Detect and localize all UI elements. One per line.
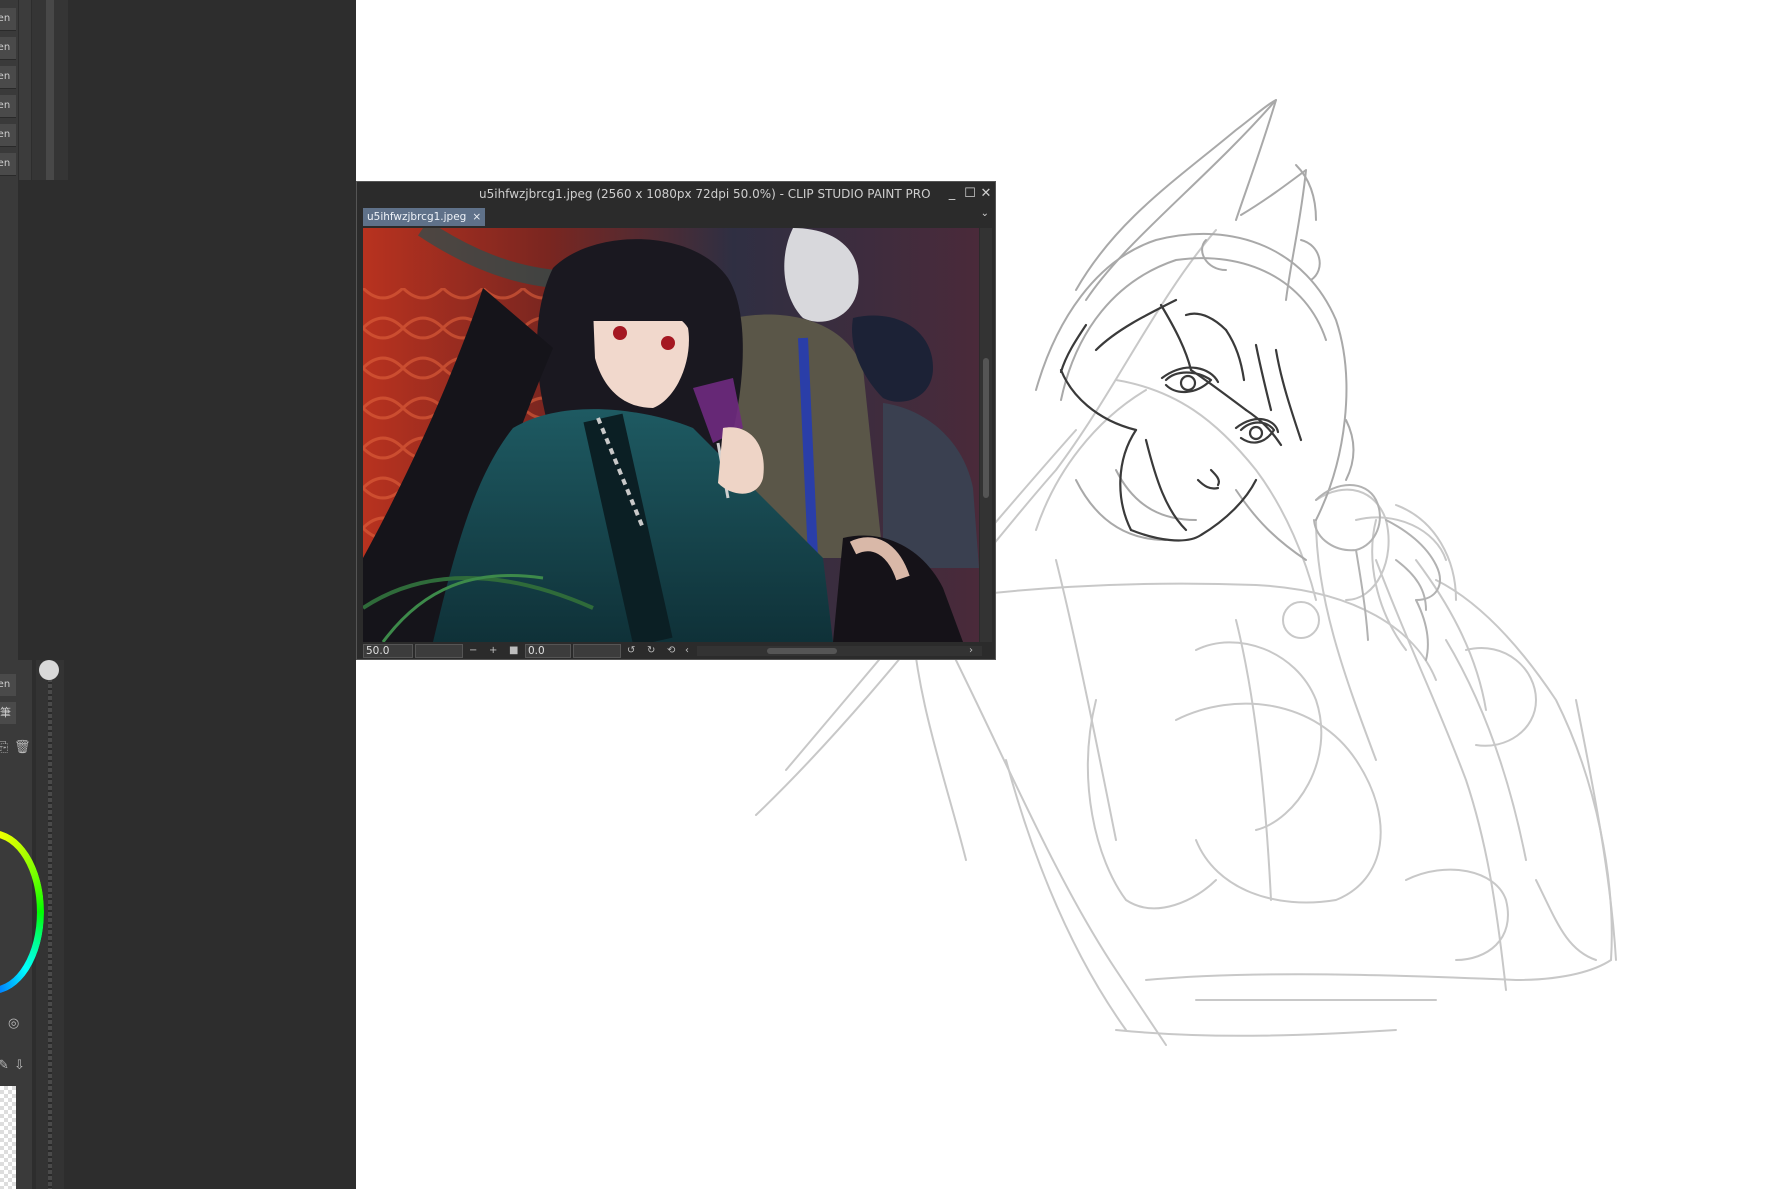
slider-rail[interactable] (48, 666, 52, 1189)
tool-item[interactable]: Pen (0, 153, 16, 176)
rotation-field[interactable]: 0.0 (525, 644, 571, 658)
file-tab[interactable]: u5ihfwzjbrcg1.jpeg × (363, 208, 486, 226)
chevron-left-icon[interactable]: ‹ (685, 643, 689, 659)
panel-scrollbar-track[interactable] (32, 0, 68, 180)
window-title: u5ihfwzjbrcg1.jpeg (2560 x 1080px 72dpi … (479, 187, 931, 201)
left-panel: Pen Pen Pen Pen Pen Pen Pen 筆 ⎘ 🗑 ◎ ✎ ⇩ (0, 0, 356, 1189)
tool-item[interactable]: Pen (0, 66, 16, 89)
tab-row: u5ihfwzjbrcg1.jpeg × ⌄ (357, 206, 995, 226)
slider-knob[interactable] (39, 660, 59, 680)
close-icon[interactable]: ✕ (977, 182, 995, 206)
scroll-track[interactable] (46, 0, 54, 180)
window-titlebar[interactable]: u5ihfwzjbrcg1.jpeg (2560 x 1080px 72dpi … (357, 182, 995, 206)
pen-icon[interactable]: ✎ (0, 1058, 9, 1073)
trash-icon[interactable]: 🗑 (14, 740, 31, 755)
import-icon[interactable]: ⇩ (14, 1058, 25, 1073)
fit-icon[interactable]: ■ (509, 643, 518, 659)
tool-item[interactable]: Pen (0, 95, 16, 118)
tool-item[interactable]: 筆 (0, 702, 16, 724)
tool-item[interactable]: Pen (0, 674, 16, 696)
minimize-icon[interactable]: _ (943, 182, 961, 206)
zoom-field[interactable]: 50.0 (363, 644, 413, 658)
zoom-slider[interactable] (415, 644, 463, 658)
tool-item[interactable]: Pen (0, 37, 16, 60)
zoom-out-icon[interactable]: − (469, 643, 477, 659)
settings-circle-icon[interactable]: ◎ (8, 1016, 19, 1031)
status-bar: 50.0 − + ■ 0.0 ↺ ↻ ⟲ ‹ › (357, 643, 995, 659)
copy-icon[interactable]: ⎘ (0, 740, 8, 755)
panel-scrollbar[interactable] (19, 0, 31, 180)
image-vertical-scrollbar[interactable] (980, 228, 992, 642)
tab-label: u5ihfwzjbrcg1.jpeg (367, 211, 467, 223)
sub-view-window[interactable]: u5ihfwzjbrcg1.jpeg (2560 x 1080px 72dpi … (356, 181, 996, 660)
scroll-thumb[interactable] (983, 358, 989, 498)
zoom-in-icon[interactable]: + (489, 643, 497, 659)
rotation-slider[interactable] (573, 644, 621, 658)
chevron-right-icon[interactable]: › (969, 643, 973, 659)
reset-rotation-icon[interactable]: ⟲ (667, 643, 675, 659)
reference-image[interactable] (363, 228, 979, 642)
chevron-down-icon[interactable]: ⌄ (981, 208, 989, 219)
image-horizontal-scrollbar[interactable] (697, 646, 982, 656)
tool-item[interactable]: Pen (0, 124, 16, 147)
tab-close-icon[interactable]: × (472, 211, 481, 223)
tool-item[interactable]: Pen (0, 8, 16, 31)
drawing-canvas[interactable]: u5ihfwzjbrcg1.jpeg (2560 x 1080px 72dpi … (356, 0, 1785, 1189)
rotate-right-icon[interactable]: ↻ (647, 643, 655, 659)
rotate-left-icon[interactable]: ↺ (627, 643, 635, 659)
reference-illustration (363, 228, 979, 642)
transparency-preview (0, 1086, 16, 1189)
scroll-thumb[interactable] (767, 648, 837, 654)
